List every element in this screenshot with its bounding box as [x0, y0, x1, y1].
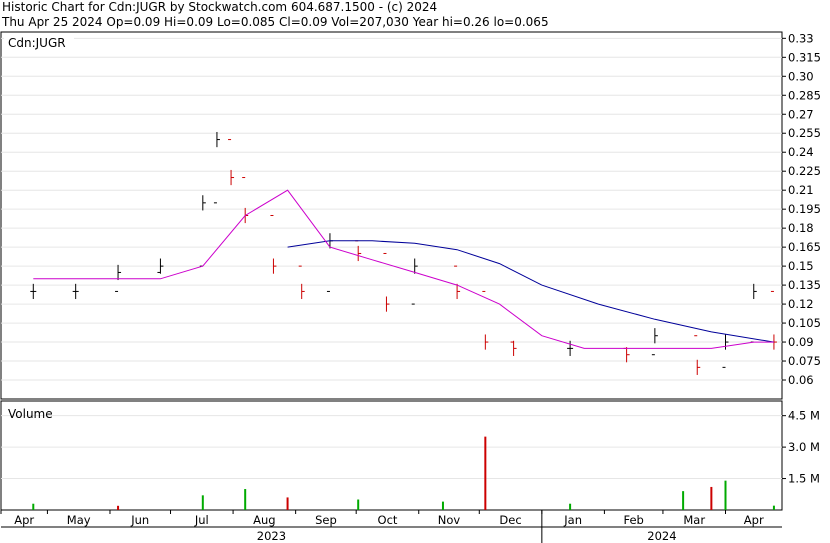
price-tick-label: 0.195: [788, 202, 821, 216]
price-tick-label: 0.165: [788, 240, 821, 254]
price-tick-label: 0.255: [788, 126, 821, 140]
price-tick-label: 0.18: [788, 221, 814, 235]
price-tick-label: 0.075: [788, 354, 821, 368]
price-tick-label: 0.24: [788, 145, 814, 159]
price-tick-label: 0.30: [788, 69, 814, 83]
price-tick-label: 0.105: [788, 316, 821, 330]
month-label: Sep: [315, 513, 337, 527]
month-label: Mar: [683, 513, 705, 527]
time-axis: Apr May Jun Jul Aug Sep Oct Nov Dec Jan Feb Mar Apr 2…: [0, 510, 782, 543]
price-tick-label: 0.315: [788, 50, 821, 64]
month-label: Jun: [130, 513, 149, 527]
price-tick-label: 0.09: [788, 335, 814, 349]
price-tick-label: 0.225: [788, 164, 821, 178]
price-tick-label: 0.285: [788, 88, 821, 102]
month-label: Jan: [563, 513, 582, 527]
month-label: Feb: [623, 513, 643, 527]
month-label: Jul: [194, 513, 209, 527]
price-tick-label: 0.12: [788, 297, 814, 311]
volume-tick-label: 3.0 M: [788, 440, 820, 454]
price-tick-label: 0.135: [788, 278, 821, 292]
year-label: 2024: [647, 529, 676, 543]
price-tick-label: 0.27: [788, 107, 814, 121]
month-label: Oct: [378, 513, 398, 527]
price-tick-label: 0.15: [788, 259, 814, 273]
symbol-label: Cdn:JUGR: [8, 36, 66, 50]
price-axis: 0.33 0.315 0.30 0.285 0.27 0.255 0.24 0.225 0.21…: [782, 31, 821, 387]
volume-axis: 4.5 M 3.0 M 1.5 M: [782, 409, 820, 486]
year-label: 2023: [257, 529, 286, 543]
volume-tick-label: 4.5 M: [788, 409, 820, 423]
stock-chart: 0.33 0.315 0.30 0.285 0.27 0.255 0.24 0.225 0.21…: [0, 31, 821, 543]
month-label: Dec: [499, 513, 521, 527]
price-panel-frame: [0, 31, 783, 400]
volume-tick-label: 1.5 M: [788, 472, 820, 486]
volume-panel-frame: [0, 400, 783, 511]
month-label: May: [67, 513, 91, 527]
month-label: Apr: [14, 513, 34, 527]
volume-label: Volume: [8, 407, 53, 421]
month-label: Aug: [253, 513, 275, 527]
price-tick-label: 0.33: [788, 31, 814, 45]
price-tick-label: 0.06: [788, 373, 814, 387]
month-label: Apr: [744, 513, 764, 527]
price-tick-label: 0.21: [788, 183, 814, 197]
month-label: Nov: [438, 513, 461, 527]
